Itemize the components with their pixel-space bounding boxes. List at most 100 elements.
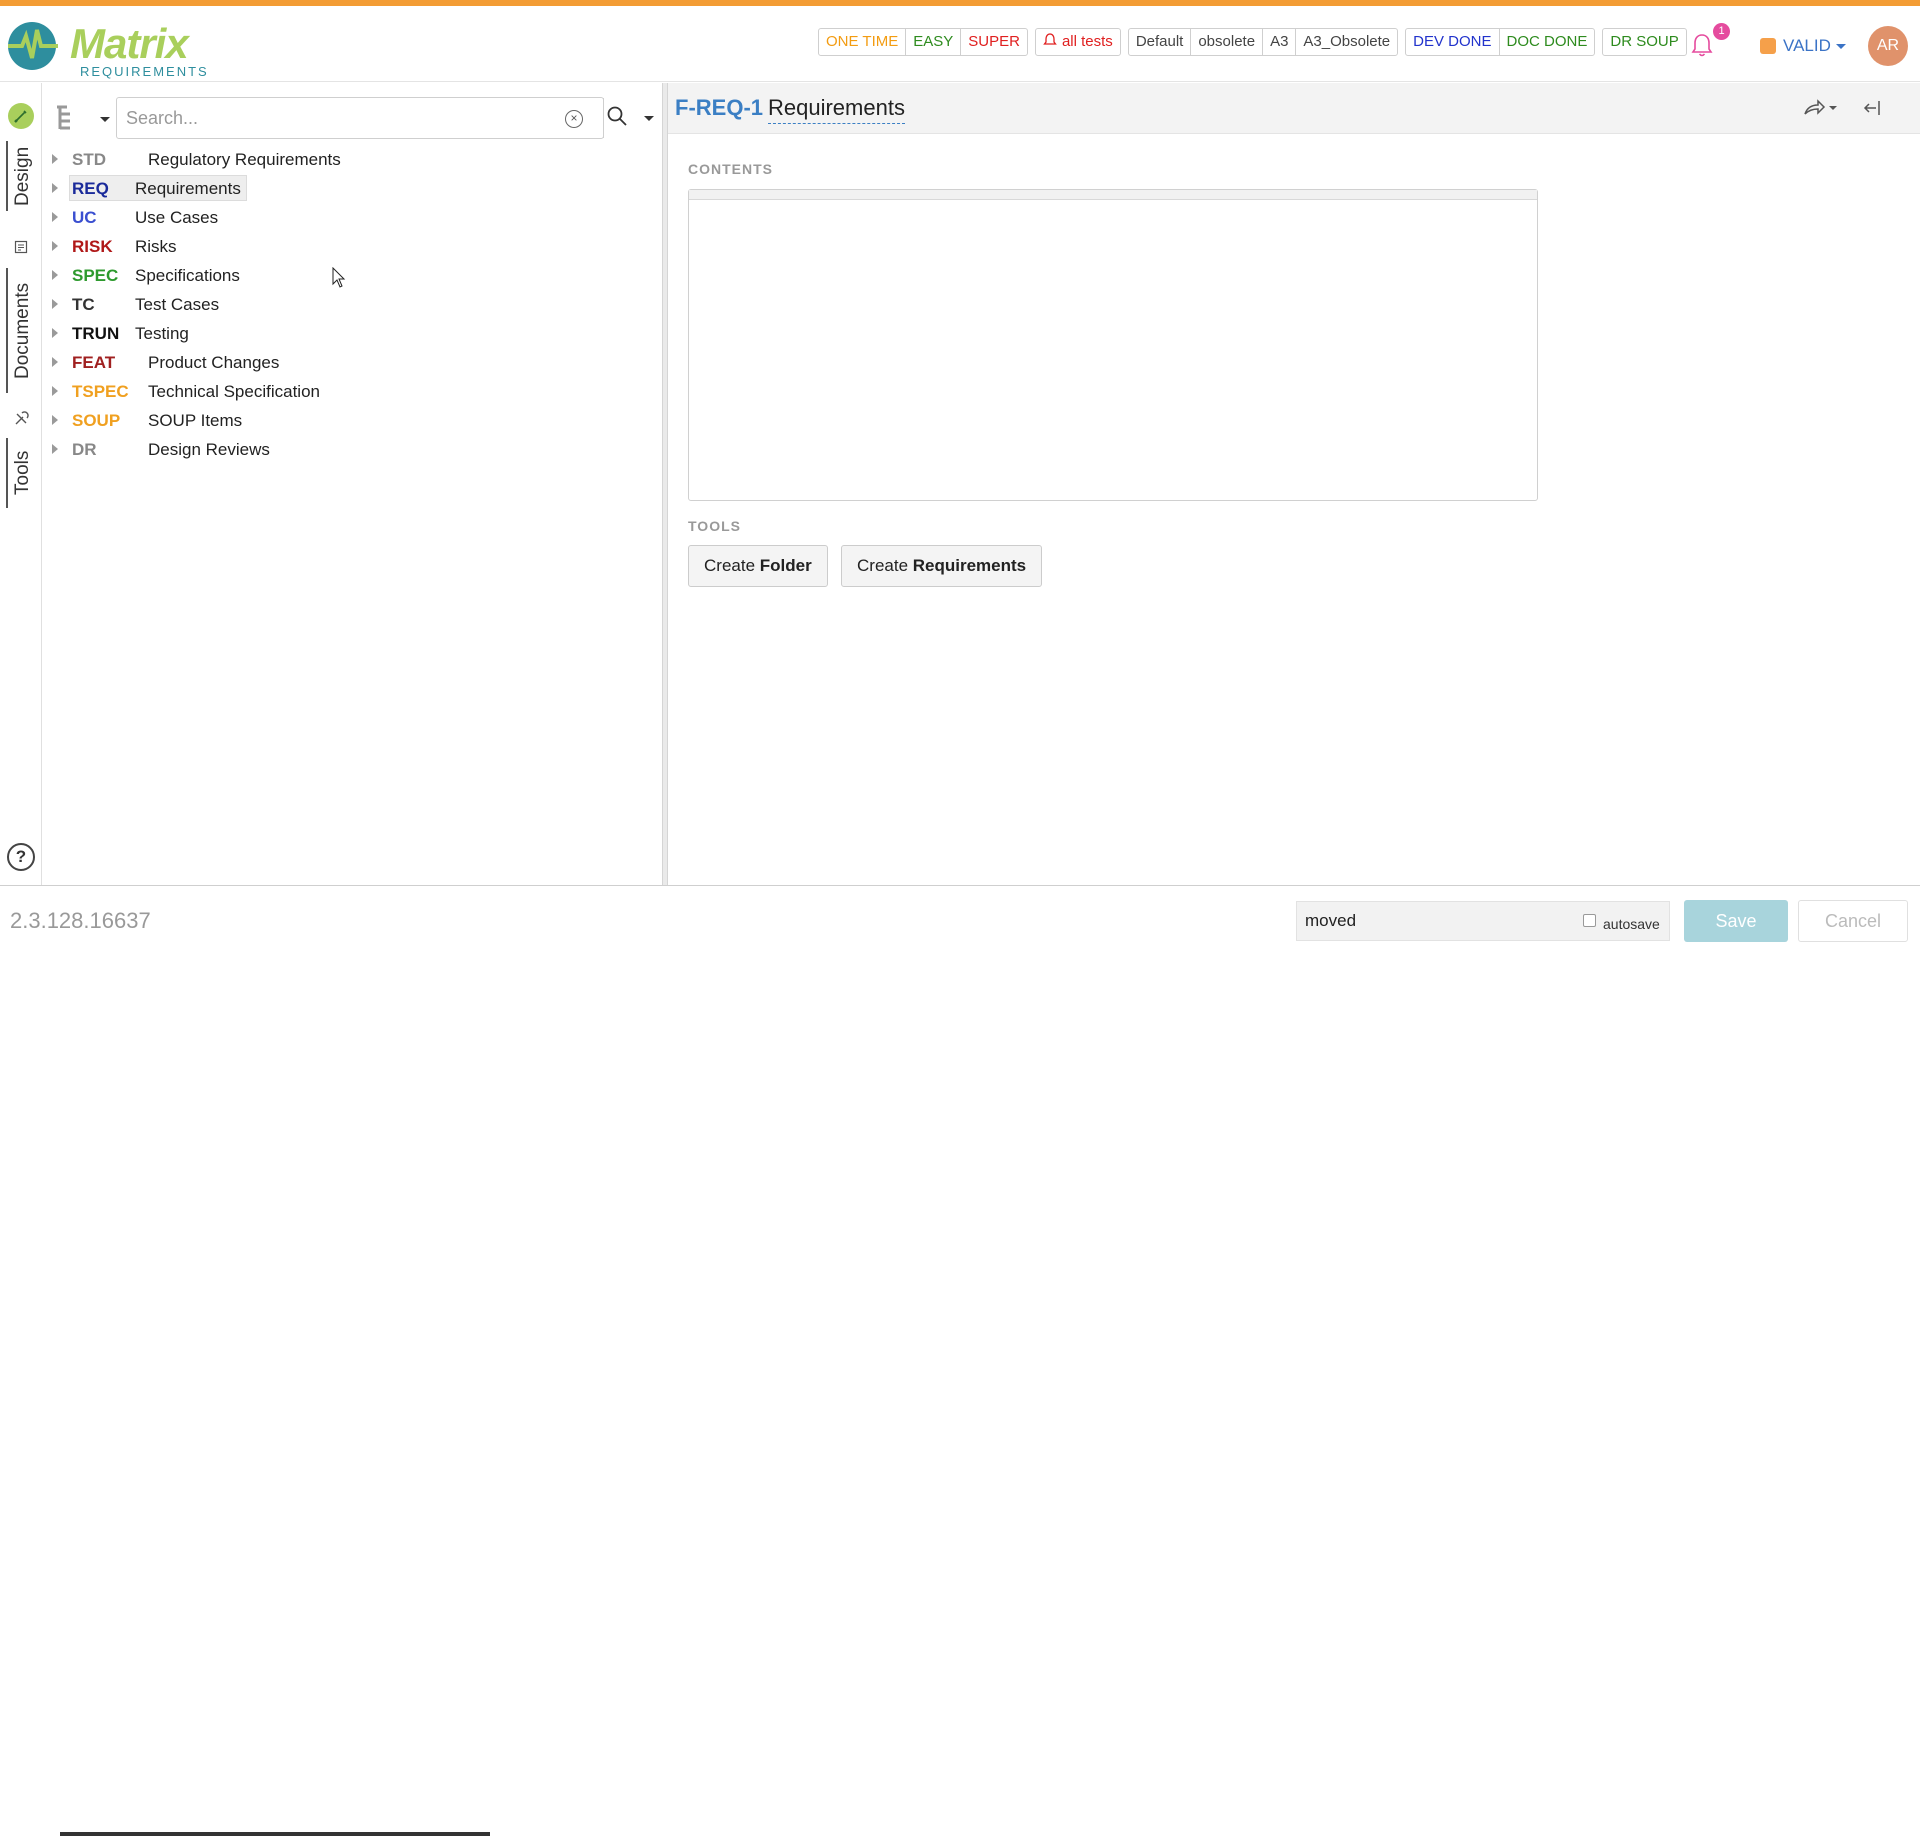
label-text: ONE TIME [826, 33, 899, 50]
expand-arrow-icon[interactable] [52, 183, 58, 193]
create-requirements-prefix: Create [857, 556, 913, 575]
matrix-logo[interactable]: Matrix REQUIREMENTS [4, 16, 224, 79]
search-icon[interactable] [606, 105, 628, 127]
logo-name: Matrix [70, 20, 189, 67]
tree-item-code: UC [72, 208, 97, 227]
label-filter-obsolete[interactable]: obsolete [1191, 29, 1264, 55]
label-text: DR SOUP [1610, 33, 1679, 50]
bell-outline-icon [1043, 33, 1057, 45]
create-folder-button[interactable]: Create Folder [688, 545, 828, 587]
tree-item-soup[interactable]: SOUP SOUP Items [42, 406, 662, 435]
expand-arrow-icon[interactable] [52, 299, 58, 309]
notification-bell-icon[interactable] [1690, 32, 1714, 58]
label-filter-super[interactable]: SUPER [961, 29, 1027, 55]
tree-item-spec[interactable]: SPEC Specifications [42, 261, 662, 290]
search-box: × [116, 97, 604, 139]
commit-comment-box: autosave [1296, 901, 1670, 941]
tree-item-code: REQ [72, 179, 109, 198]
chevron-down-icon[interactable] [1836, 44, 1846, 49]
label-filter-bar: ONE TIME EASY SUPER all tests Default obsolet… [818, 28, 1687, 56]
notification-count-badge: 1 [1713, 23, 1730, 40]
tree-view-toggle-icon[interactable] [54, 103, 100, 133]
documents-icon[interactable] [13, 240, 29, 256]
label-filter-one-time[interactable]: ONE TIME [819, 29, 907, 55]
project-tree: STD Regulatory Requirements REQ Requirement… [42, 145, 662, 464]
design-brush-icon[interactable] [8, 103, 34, 129]
tab-documents[interactable]: Documents [6, 268, 38, 393]
chevron-down-icon[interactable] [644, 116, 654, 121]
user-avatar[interactable]: AR [1868, 26, 1908, 66]
tree-item-code: TSPEC [72, 382, 129, 401]
label-filter-all-tests[interactable]: all tests [1036, 29, 1120, 55]
label-filter-doc-done[interactable]: DOC DONE [1500, 29, 1595, 55]
label-text: EASY [913, 33, 954, 50]
cancel-button[interactable]: Cancel [1798, 900, 1908, 942]
status-color-swatch [1760, 38, 1776, 54]
create-folder-prefix: Create [704, 556, 760, 575]
label-text: SUPER [968, 33, 1020, 50]
status-dropdown[interactable]: VALID [1783, 36, 1831, 56]
label-filter-default[interactable]: Default [1129, 29, 1192, 55]
tree-toolbar: × [54, 95, 654, 139]
expand-arrow-icon[interactable] [52, 154, 58, 164]
brush-icon [14, 110, 27, 123]
expand-arrow-icon[interactable] [52, 444, 58, 454]
contents-area [688, 189, 1538, 501]
search-input[interactable] [118, 99, 554, 137]
label-group: Default obsolete A3 A3_Obsolete [1127, 28, 1399, 56]
document-page-icon [14, 240, 28, 254]
collapse-panel-icon[interactable] [1862, 97, 1884, 119]
tree-item-label: Specifications [135, 266, 240, 285]
expand-arrow-icon[interactable] [52, 270, 58, 280]
tree-item-code: TRUN [72, 324, 120, 343]
tree-item-feat[interactable]: FEAT Product Changes [42, 348, 662, 377]
tree-item-req[interactable]: REQ Requirements [42, 174, 662, 203]
left-navigation: Design Documents Tools ? [0, 83, 42, 885]
expand-arrow-icon[interactable] [52, 241, 58, 251]
clear-search-icon[interactable]: × [565, 110, 583, 128]
horizontal-scrollbar[interactable] [60, 1832, 490, 1836]
tree-item-risk[interactable]: RISK Risks [42, 232, 662, 261]
autosave-label: autosave [1603, 916, 1660, 932]
expand-arrow-icon[interactable] [52, 212, 58, 222]
label-filter-a3-obsolete[interactable]: A3_Obsolete [1296, 29, 1397, 55]
item-id: F-REQ-1 [675, 95, 763, 120]
item-title[interactable]: Requirements [768, 95, 905, 124]
contents-heading: CONTENTS [688, 161, 773, 177]
tree-item-dr[interactable]: DR Design Reviews [42, 435, 662, 464]
comment-input[interactable] [1297, 902, 1577, 940]
tree-item-label: Requirements [135, 179, 241, 198]
expand-arrow-icon[interactable] [52, 328, 58, 338]
tab-tools[interactable]: Tools [6, 438, 38, 508]
expand-arrow-icon[interactable] [52, 357, 58, 367]
label-text: A3_Obsolete [1303, 33, 1391, 50]
expand-arrow-icon[interactable] [52, 386, 58, 396]
label-filter-easy[interactable]: EASY [906, 29, 962, 55]
tree-item-uc[interactable]: UC Use Cases [42, 203, 662, 232]
wrench-icon [15, 411, 29, 425]
tree-item-trun[interactable]: TRUN Testing [42, 319, 662, 348]
item-header: F-REQ-1 Requirements [668, 83, 1920, 134]
tree-item-tspec[interactable]: TSPEC Technical Specification [42, 377, 662, 406]
create-requirements-label: Requirements [912, 556, 1027, 575]
tree-item-label: Design Reviews [148, 440, 270, 459]
label-group: ONE TIME EASY SUPER [818, 28, 1028, 56]
tab-design[interactable]: Design [6, 141, 38, 211]
label-filter-dev-done[interactable]: DEV DONE [1406, 29, 1500, 55]
share-icon[interactable] [1802, 97, 1838, 119]
expand-arrow-icon[interactable] [52, 415, 58, 425]
version-label: 2.3.128.16637 [10, 908, 151, 933]
app-header: Matrix REQUIREMENTS ONE TIME EASY SUPER all… [0, 6, 1920, 82]
create-requirements-button[interactable]: Create Requirements [841, 545, 1043, 587]
label-filter-dr-soup[interactable]: DR SOUP [1603, 29, 1685, 55]
autosave-checkbox[interactable] [1583, 914, 1596, 927]
tree-item-tc[interactable]: TC Test Cases [42, 290, 662, 319]
chevron-down-icon[interactable] [100, 117, 110, 122]
save-button[interactable]: Save [1684, 900, 1788, 942]
tree-item-code: SOUP [72, 411, 121, 430]
tools-icon[interactable] [13, 411, 29, 427]
label-filter-a3[interactable]: A3 [1263, 29, 1297, 55]
logo-mark-icon [8, 22, 58, 70]
tree-item-std[interactable]: STD Regulatory Requirements [42, 145, 662, 174]
help-icon[interactable]: ? [7, 843, 35, 871]
